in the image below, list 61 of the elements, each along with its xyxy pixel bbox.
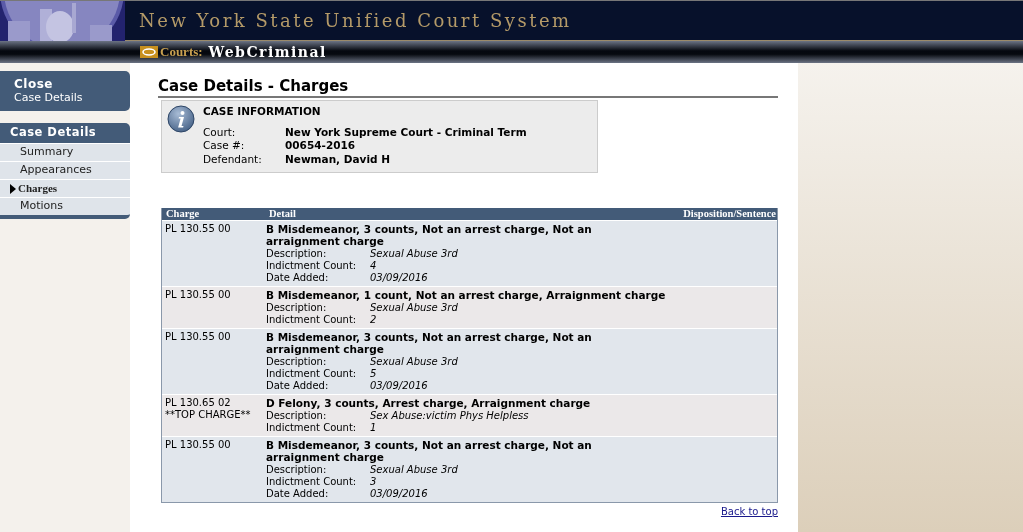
field-label: Description: <box>266 356 328 368</box>
field-value: Sexual Abuse 3rd <box>370 464 458 476</box>
nav-label: Charges <box>18 181 58 197</box>
nav-label: Appearances <box>20 162 92 179</box>
charge-code: PL 130.55 00 <box>165 223 232 235</box>
field-value: Sex Abuse:victim Phys Helpless <box>370 410 529 422</box>
field-label: Court: <box>203 125 237 139</box>
field-label: Defendant: <box>203 152 263 166</box>
field-label: Indictment Count: <box>266 476 358 488</box>
info-icon <box>167 105 195 133</box>
column-header: Detail <box>269 208 297 220</box>
field-value: 03/09/2016 <box>370 272 428 284</box>
field-label: Description: <box>266 410 328 422</box>
charge-detail: B Misdemeanor, 3 counts, Not an arrest charge, Not an arraignment charge <box>266 439 593 463</box>
charge-detail: D Felony, 3 counts, Arrest charge, Arraignment charge <box>266 397 592 409</box>
back-to-top-link[interactable]: Back to top <box>720 506 778 517</box>
charge-detail: B Misdemeanor, 3 counts, Not an arrest charge, Not an arraignment charge <box>266 331 593 355</box>
nav-heading: Case Details <box>0 123 130 143</box>
column-header: Disposition/Sentence <box>683 208 777 220</box>
nav-label: Motions <box>20 198 64 215</box>
charge-code: PL 130.55 00 <box>165 289 232 301</box>
field-value: 03/09/2016 <box>370 380 428 392</box>
field-value: New York Supreme Court - Criminal Term <box>285 125 527 139</box>
charge-code: PL 130.55 00 <box>165 331 232 343</box>
field-label: Description: <box>266 302 328 314</box>
field-value: 2 <box>370 314 377 326</box>
logo-icon <box>140 46 158 58</box>
charge-code: PL 130.65 02 <box>165 397 232 409</box>
field-value: Sexual Abuse 3rd <box>370 356 458 368</box>
charge-code: PL 130.55 00 <box>165 439 232 451</box>
field-label: Indictment Count: <box>266 260 358 272</box>
field-value: 1 <box>370 422 377 434</box>
page-title: Case Details - Charges <box>158 77 778 98</box>
nav-label: Summary <box>20 144 74 161</box>
column-header: Charge <box>165 208 201 220</box>
case-info-heading: CASE INFORMATION <box>203 105 322 119</box>
field-label: Indictment Count: <box>266 314 358 326</box>
close-button[interactable]: Close Case Details <box>0 71 130 111</box>
pointer-icon <box>10 183 16 194</box>
field-value: 03/09/2016 <box>370 488 428 500</box>
logo-label: Courts: <box>160 43 203 62</box>
field-value: 00654-2016 <box>285 139 356 153</box>
site-title: New York State Unified Court System <box>139 9 572 33</box>
field-value: Newman, David H <box>285 152 390 166</box>
field-label: Description: <box>266 464 328 476</box>
field-value: 3 <box>370 476 377 488</box>
field-label: Date Added: <box>266 488 330 500</box>
field-label: Date Added: <box>266 272 330 284</box>
field-label: Date Added: <box>266 380 330 392</box>
charge-detail: B Misdemeanor, 3 counts, Not an arrest charge, Not an arraignment charge <box>266 223 593 247</box>
field-label: Indictment Count: <box>266 422 358 434</box>
top-charge-note: **TOP CHARGE** <box>165 409 252 421</box>
field-value: 4 <box>370 260 377 272</box>
field-value: 5 <box>370 368 377 380</box>
charge-detail: B Misdemeanor, 1 count, Not an arrest charge, Arraignment charge <box>266 289 666 301</box>
field-label: Indictment Count: <box>266 368 358 380</box>
field-label: Description: <box>266 248 328 260</box>
field-value: Sexual Abuse 3rd <box>370 302 458 314</box>
app-name: WebCriminal <box>208 42 327 62</box>
field-label: Case #: <box>203 139 246 153</box>
field-value: Sexual Abuse 3rd <box>370 248 458 260</box>
